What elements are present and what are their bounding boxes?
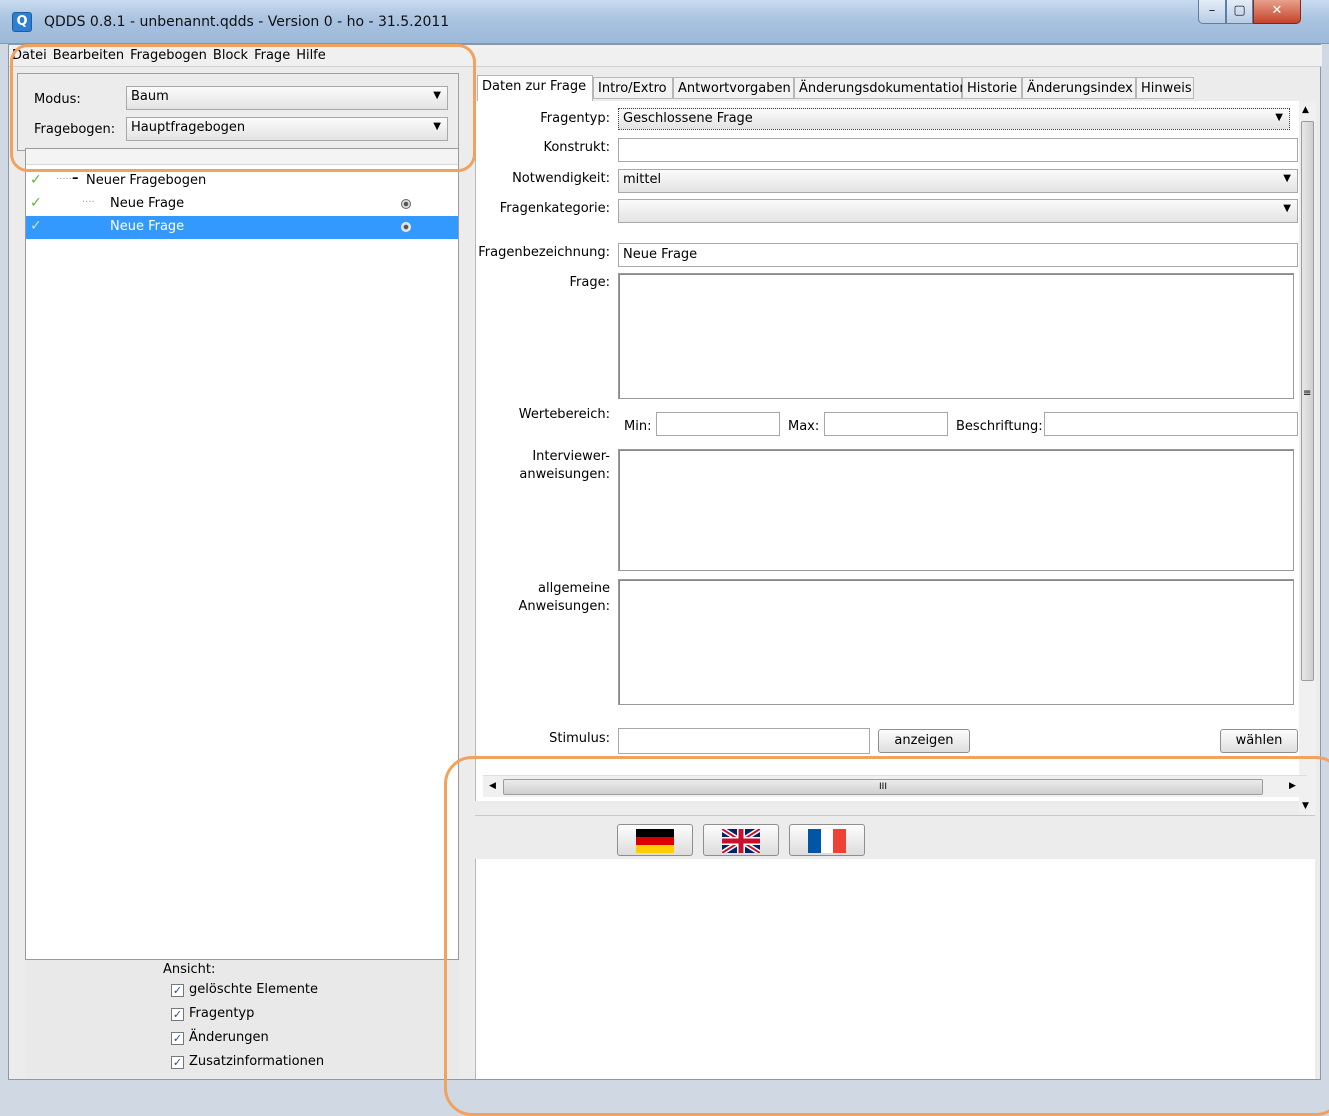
tree-connector: ···· bbox=[82, 197, 95, 208]
maximize-button[interactable]: ▢ bbox=[1226, 0, 1253, 24]
tab-bar: Daten zur Frage Intro/Extro Antwortvorga… bbox=[475, 75, 1315, 101]
check-icon: ✓ bbox=[30, 195, 42, 211]
tree-item-label: Neuer Fragebogen bbox=[86, 173, 207, 188]
min-label: Min: bbox=[624, 419, 652, 434]
max-input[interactable] bbox=[824, 412, 948, 436]
tab-daten-zur-frage[interactable]: Daten zur Frage bbox=[477, 75, 593, 101]
stimulus-input[interactable] bbox=[618, 728, 870, 754]
fragentyp-label: Fragentyp: bbox=[540, 111, 610, 126]
window-title: QDDS 0.8.1 - unbenannt.qdds - Version 0 … bbox=[44, 14, 450, 30]
status-radio-icon bbox=[401, 222, 411, 232]
question-tree[interactable]: ✓ ····· – Neuer Fragebogen ✓ ···· Neue F… bbox=[25, 148, 459, 960]
checkbox-checked-icon[interactable]: ✓ bbox=[171, 1008, 184, 1021]
view-option-label: Zusatzinformationen bbox=[189, 1054, 325, 1069]
vertical-scrollbar[interactable]: ▲ ≡ ▼ bbox=[1299, 101, 1316, 815]
close-button[interactable]: ✕ bbox=[1253, 0, 1301, 24]
chevron-down-icon: ▼ bbox=[1283, 203, 1291, 214]
tree-row-frage-2-selected[interactable]: ✓ Neue Frage bbox=[26, 216, 458, 239]
check-icon: ✓ bbox=[30, 172, 42, 188]
tab-aenderungsindex[interactable]: Änderungsindex bbox=[1022, 77, 1136, 99]
vertical-scroll-thumb[interactable]: ≡ bbox=[1301, 121, 1314, 681]
tree-connector: ····· bbox=[56, 174, 72, 185]
question-form: Fragentyp: Geschlossene Frage ▼ Konstrukt… bbox=[475, 101, 1307, 801]
vscroll-grip: ≡ bbox=[1303, 388, 1312, 399]
notwendigkeit-value: mittel bbox=[623, 172, 662, 187]
notwendigkeit-label: Notwendigkeit: bbox=[512, 171, 610, 186]
beschriftung-label: Beschriftung: bbox=[956, 419, 1043, 434]
notwendigkeit-select[interactable]: mittel ▼ bbox=[618, 169, 1298, 193]
fragentyp-value: Geschlossene Frage bbox=[623, 111, 753, 126]
fragenkategorie-select[interactable]: ▼ bbox=[618, 199, 1298, 223]
tab-hinweis[interactable]: Hinweis bbox=[1136, 77, 1194, 99]
view-option-label: Fragentyp bbox=[189, 1006, 255, 1021]
title-bar: Q QDDS 0.8.1 - unbenannt.qdds - Version … bbox=[0, 0, 1329, 44]
interviewer-textarea[interactable] bbox=[618, 449, 1294, 571]
view-title: Ansicht: bbox=[163, 962, 216, 977]
konstrukt-label: Konstrukt: bbox=[543, 140, 610, 155]
tab-antwortvorgaben[interactable]: Antwortvorgaben bbox=[673, 77, 794, 99]
view-option-label: Änderungen bbox=[189, 1030, 269, 1045]
bezeichnung-input[interactable]: Neue Frage bbox=[618, 243, 1298, 267]
fragenkategorie-label: Fragenkategorie: bbox=[499, 201, 610, 216]
chevron-down-icon: ▼ bbox=[1283, 173, 1291, 184]
tab-aenderungsdokumentation[interactable]: Änderungsdokumentation bbox=[794, 77, 968, 99]
stimulus-label: Stimulus: bbox=[549, 731, 610, 746]
check-icon: ✓ bbox=[30, 218, 42, 234]
frage-textarea[interactable] bbox=[618, 273, 1294, 399]
tab-historie[interactable]: Historie bbox=[962, 77, 1022, 99]
annotation-highlight-top-left bbox=[10, 44, 476, 172]
max-label: Max: bbox=[788, 419, 820, 434]
anzeigen-button[interactable]: anzeigen bbox=[878, 729, 970, 753]
tab-intro-extro[interactable]: Intro/Extro bbox=[593, 77, 673, 99]
interviewer-label-1: Interviewer- bbox=[532, 449, 610, 464]
collapse-icon[interactable]: – bbox=[72, 171, 79, 186]
tree-row-frage-1[interactable]: ✓ ···· Neue Frage bbox=[26, 193, 458, 216]
allgemeine-label-1: allgemeine bbox=[538, 581, 610, 596]
scroll-up-icon[interactable]: ▲ bbox=[1302, 105, 1309, 115]
checkbox-checked-icon[interactable]: ✓ bbox=[171, 1032, 184, 1045]
wertebereich-label: Wertebereich: bbox=[518, 407, 610, 422]
tree-item-label: Neue Frage bbox=[110, 196, 185, 211]
view-option-label: gelöschte Elemente bbox=[189, 982, 319, 997]
chevron-down-icon: ▼ bbox=[1275, 112, 1283, 123]
waehlen-button[interactable]: wählen bbox=[1220, 729, 1298, 753]
allgemeine-textarea[interactable] bbox=[618, 579, 1294, 705]
annotation-highlight-bottom-right bbox=[444, 756, 1329, 1116]
status-radio-icon bbox=[401, 199, 411, 209]
tree-item-label: Neue Frage bbox=[110, 219, 185, 234]
min-input[interactable] bbox=[656, 412, 780, 436]
konstrukt-input[interactable] bbox=[618, 138, 1298, 162]
checkbox-checked-icon[interactable]: ✓ bbox=[171, 984, 184, 997]
tree-row-fragebogen[interactable]: ✓ ····· – Neuer Fragebogen bbox=[26, 170, 458, 193]
frage-label: Frage: bbox=[569, 275, 610, 290]
app-icon: Q bbox=[12, 12, 32, 32]
fragentyp-select[interactable]: Geschlossene Frage ▼ bbox=[618, 108, 1290, 130]
bezeichnung-label: Fragenbezeichnung: bbox=[478, 245, 610, 260]
interviewer-label-2: anweisungen: bbox=[519, 467, 610, 482]
view-panel: Ansicht: ✓ gelöschte Elemente ✓ Fragenty… bbox=[25, 960, 459, 1078]
checkbox-checked-icon[interactable]: ✓ bbox=[171, 1056, 184, 1069]
minimize-button[interactable]: – bbox=[1198, 0, 1226, 24]
beschriftung-input[interactable] bbox=[1044, 412, 1298, 436]
allgemeine-label-2: Anweisungen: bbox=[518, 599, 611, 614]
